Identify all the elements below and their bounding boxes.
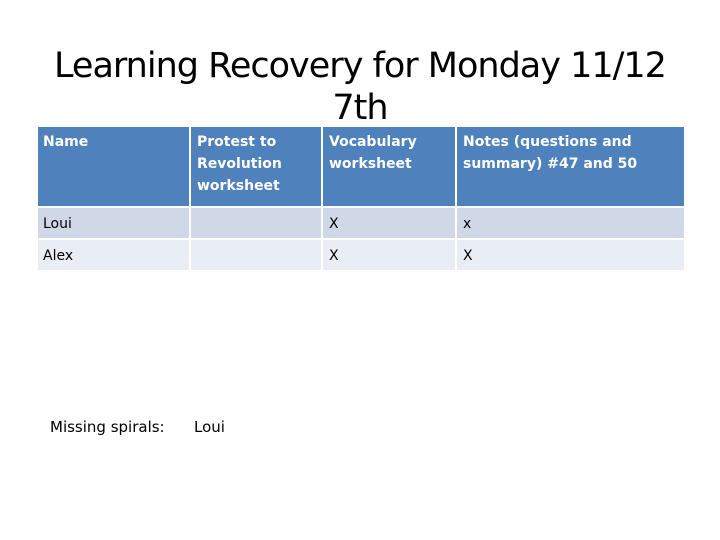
slide-title-line-1: Learning Recovery for Monday 11/12 (54, 46, 667, 87)
header-protest-to-revolution: Protest to Revolution worksheet (189, 125, 323, 208)
table-body: Loui X x Alex X X (36, 206, 686, 272)
slide-title-line-2: 7th (332, 88, 388, 129)
header-vocabulary: Vocabulary worksheet (321, 125, 457, 208)
missing-spirals-value: Loui (194, 418, 225, 436)
cell-name: Loui (36, 206, 191, 240)
cell-name: Alex (36, 238, 191, 272)
recovery-table: Name Protest to Revolution worksheet Voc… (36, 125, 686, 272)
cell-notes: x (455, 206, 686, 240)
missing-spirals-label: Missing spirals: (50, 418, 165, 436)
header-row: Name Protest to Revolution worksheet Voc… (36, 125, 686, 208)
table-row: Loui X x (36, 206, 686, 240)
cell-protest-to-revolution (189, 206, 323, 240)
header-notes: Notes (questions and summary) #47 and 50 (455, 125, 686, 208)
table-header: Name Protest to Revolution worksheet Voc… (36, 125, 686, 208)
slide-title: Learning Recovery for Monday 11/12 7th (0, 45, 720, 129)
cell-protest-to-revolution (189, 238, 323, 272)
cell-vocabulary: X (321, 238, 457, 272)
table-row: Alex X X (36, 238, 686, 272)
cell-notes: X (455, 238, 686, 272)
header-name: Name (36, 125, 191, 208)
cell-vocabulary: X (321, 206, 457, 240)
